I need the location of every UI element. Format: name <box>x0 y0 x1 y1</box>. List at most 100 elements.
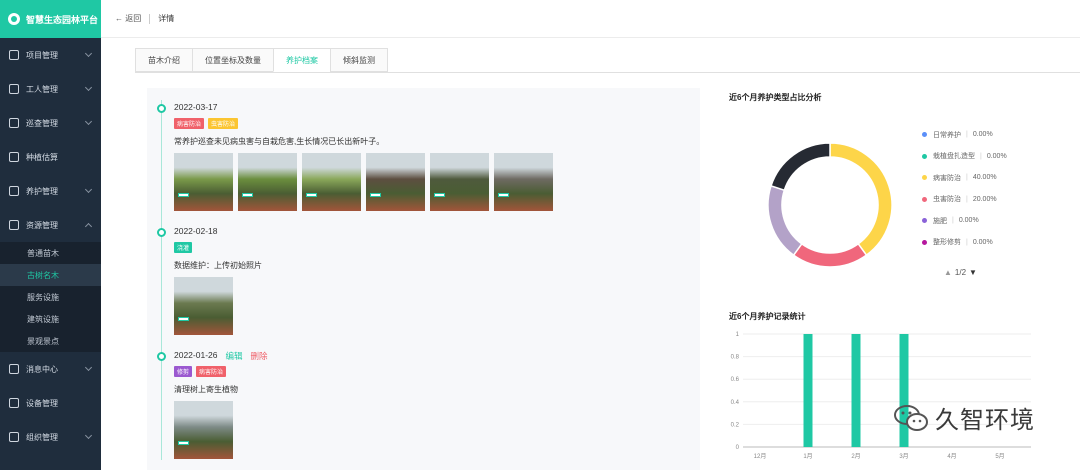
divider <box>149 13 151 24</box>
sidebar-item-top-2[interactable]: 巡查管理 <box>0 106 101 140</box>
timeline-dot-icon <box>157 228 166 237</box>
pie-slice-0[interactable] <box>829 142 893 257</box>
sidebar-item-top-3[interactable]: 种植估算 <box>0 140 101 174</box>
photo-thumbnail[interactable] <box>174 153 233 211</box>
sidebar-item-bot-1[interactable]: 设备管理 <box>0 386 101 420</box>
legend-label: 虫害防治 <box>933 196 961 204</box>
entry-tags: 浇灌 <box>174 242 193 253</box>
entry-description: 数据维护：上传初始照片 <box>174 261 262 270</box>
legend-separator: | <box>980 152 982 160</box>
app-title: 智慧生态园林平台 <box>26 14 99 25</box>
sidebar-item-bot-2[interactable]: 组织管理 <box>0 420 101 454</box>
legend-value: 0.00% <box>972 238 993 246</box>
bar-chart: 0 0.2 0.4 0.6 0.8 1 12月 1月 2月 3月 4月 5月 <box>731 332 1031 460</box>
photo-thumbnail[interactable] <box>430 153 489 211</box>
inspect-icon <box>9 118 19 128</box>
y-tick-label: 0.2 <box>731 422 740 428</box>
entry-description: 清理树上寄生植物 <box>174 385 238 394</box>
submenu-item-0[interactable]: 普通苗木 <box>0 242 101 264</box>
entry-header: 2022-02-18 <box>174 226 217 236</box>
entry-tags: 病害防治 虫害防治 <box>174 118 239 129</box>
submenu: 普通苗木 古树名木 服务设施 建筑设施 景观景点 <box>0 242 101 352</box>
legend-value: 40.00% <box>972 174 997 182</box>
x-tick-label: 2月 <box>851 453 860 460</box>
sidebar-item-label: 巡查管理 <box>26 118 58 128</box>
entry-date: 2022-03-17 <box>174 102 218 112</box>
legend-dot-icon <box>922 218 927 224</box>
legend-dot-icon <box>922 196 927 202</box>
entry-date: 2022-01-26 <box>174 350 218 360</box>
legend-separator: | <box>966 195 968 203</box>
logo-icon <box>8 13 20 25</box>
folder-icon <box>9 50 19 60</box>
legend-value: 0.00% <box>986 152 1007 160</box>
sidebar-item-label: 设备管理 <box>26 398 58 408</box>
photo-thumbnail[interactable] <box>174 401 233 459</box>
y-tick-label: 0 <box>736 445 740 451</box>
photo-label-icon <box>242 193 253 197</box>
legend-item[interactable]: 整形修剪 | 0.00% <box>922 232 1032 254</box>
type-tag: 病害防治 <box>174 118 205 129</box>
tab-0[interactable]: 苗木介绍 <box>135 48 192 72</box>
legend-value: 20.00% <box>972 195 997 203</box>
legend-separator: | <box>966 131 968 139</box>
legend-item[interactable]: 栽植盘扎造型 | 0.00% <box>922 146 1032 168</box>
legend-separator: | <box>952 217 954 225</box>
sidebar-item-bot-0[interactable]: 消息中心 <box>0 352 101 386</box>
y-tick-label: 0.8 <box>731 355 740 361</box>
photo-thumbnail[interactable] <box>302 153 361 211</box>
delete-button[interactable]: 删除 <box>251 350 268 362</box>
photo-thumbnail[interactable] <box>238 153 297 211</box>
tab-3[interactable]: 倾斜监测 <box>330 48 388 72</box>
sidebar-item-top-4[interactable]: 养护管理 <box>0 174 101 208</box>
entry-date: 2022-02-18 <box>174 226 218 236</box>
photo-label-icon <box>498 193 509 197</box>
pie-slice-2[interactable] <box>767 184 803 257</box>
x-tick-label: 5月 <box>995 453 1004 460</box>
chevron-down-icon <box>84 117 93 126</box>
legend-pager: ▲ 1/2 ▼ <box>944 268 977 277</box>
entry-tags: 修剪 病害防治 <box>174 366 227 377</box>
photo-thumbnail[interactable] <box>366 153 425 211</box>
tab-2[interactable]: 养护档案 <box>273 48 330 72</box>
legend-separator: | <box>966 174 968 182</box>
bar-2[interactable] <box>851 334 861 447</box>
bar-1[interactable] <box>803 334 813 447</box>
pie-slice-3[interactable] <box>770 142 831 192</box>
pager-prev-icon[interactable]: ▲ <box>944 268 952 277</box>
sidebar-item-label: 种植估算 <box>26 152 58 162</box>
legend-item[interactable]: 虫害防治 | 20.00% <box>922 189 1032 211</box>
legend-dot-icon <box>922 239 927 245</box>
legend-dot-icon <box>922 153 927 159</box>
submenu-item-1[interactable]: 古树名木 <box>0 264 101 286</box>
submenu-item-2[interactable]: 服务设施 <box>0 286 101 308</box>
calc-icon <box>9 152 19 162</box>
page-title: 详情 <box>158 14 175 23</box>
pager-next-icon[interactable]: ▼ <box>969 268 977 277</box>
org-icon <box>9 432 19 442</box>
photo-thumbnail[interactable] <box>494 153 553 211</box>
tab-1[interactable]: 位置坐标及数量 <box>192 48 273 72</box>
photo-thumbnail[interactable] <box>174 277 233 335</box>
app-brand[interactable]: 智慧生态园林平台 <box>0 0 101 38</box>
pie-slice-1[interactable] <box>792 242 868 268</box>
sidebar-item-top-0[interactable]: 项目管理 <box>0 38 101 72</box>
chevron-down-icon <box>84 185 93 194</box>
entry-photos <box>174 277 233 335</box>
legend-item[interactable]: 施肥 | 0.00% <box>922 210 1032 232</box>
submenu-item-3[interactable]: 建筑设施 <box>0 308 101 330</box>
legend-label: 整形修剪 <box>933 239 961 247</box>
edit-button[interactable]: 编辑 <box>225 350 242 362</box>
entry-photos <box>174 153 553 211</box>
tab-bar: 苗木介绍 位置坐标及数量 养护档案 倾斜监测 <box>135 48 388 72</box>
sidebar-item-top-1[interactable]: 工人管理 <box>0 72 101 106</box>
sidebar-item-top-5[interactable]: 资源管理 <box>0 208 101 242</box>
back-button[interactable]: ← 返回 <box>115 13 141 24</box>
submenu-item-4[interactable]: 景观景点 <box>0 330 101 352</box>
x-tick-label: 1月 <box>803 453 812 460</box>
entry-header: 2022-01-26 编辑 删除 <box>174 350 268 362</box>
legend-item[interactable]: 日常养护 | 0.00% <box>922 124 1032 146</box>
legend-item[interactable]: 病害防治 | 40.00% <box>922 167 1032 189</box>
sidebar-item-label: 消息中心 <box>26 364 58 374</box>
legend-label: 日常养护 <box>933 131 961 139</box>
